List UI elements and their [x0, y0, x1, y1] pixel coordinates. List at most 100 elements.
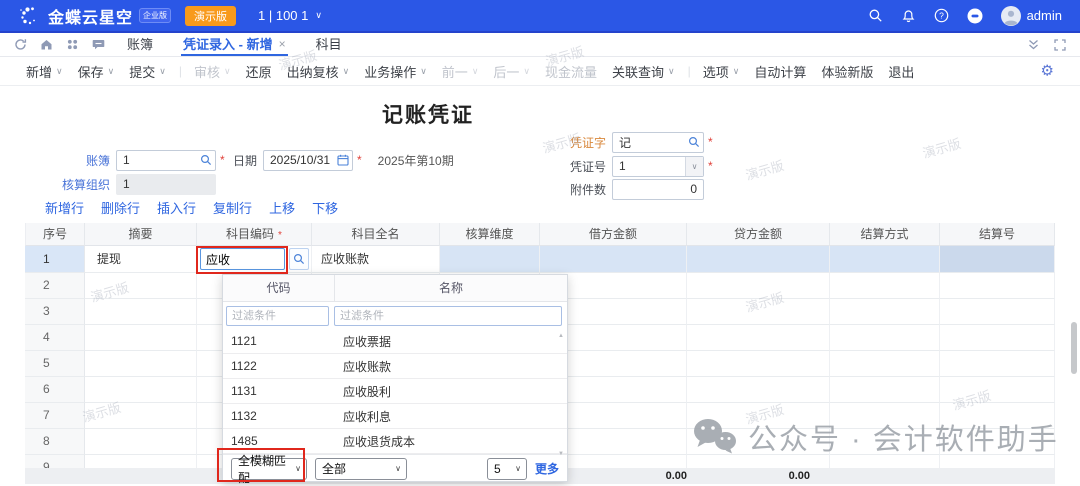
minus-circle-icon[interactable] [967, 8, 983, 24]
summary-cell[interactable]: 提现 [85, 246, 197, 273]
account-code-input[interactable] [200, 248, 285, 270]
username: admin [1027, 8, 1062, 23]
add-row-link[interactable]: 新增行 [45, 198, 84, 217]
popup-item-1132[interactable]: 1132 应收利息 [223, 404, 567, 429]
code-filter-input[interactable] [226, 306, 329, 326]
settle-method-cell[interactable] [830, 246, 940, 273]
chevron-down-icon[interactable]: ∨ [685, 157, 703, 176]
account-lookup-icon[interactable] [289, 248, 309, 270]
message-icon[interactable] [92, 38, 105, 51]
seq-cell: 8 [25, 429, 85, 455]
move-down-link[interactable]: 下移 [312, 198, 338, 217]
scroll-down-icon[interactable]: ▼ [558, 451, 564, 457]
item-code: 1122 [223, 359, 335, 373]
toolbar-options-button[interactable]: 选项∨ [703, 62, 740, 81]
item-code: 1132 [223, 409, 335, 423]
insert-row-link[interactable]: 插入行 [157, 198, 196, 217]
gear-icon[interactable]: ⚙ [1041, 64, 1054, 79]
seq-cell: 6 [25, 377, 85, 403]
col-header-credit: 贷方金额 [687, 223, 830, 246]
tab-label: 科目 [316, 34, 342, 53]
toolbar-previous-button[interactable]: 前一∨ [442, 62, 479, 81]
move-up-link[interactable]: 上移 [269, 198, 295, 217]
popup-header-row: 代码 名称 [223, 275, 567, 302]
toolbar-cashier-review-button[interactable]: 出纳复核∨ [287, 62, 350, 81]
fullscreen-icon[interactable] [1054, 39, 1066, 51]
toolbar-audit-button[interactable]: 审核∨ [194, 62, 231, 81]
popup-item-1121[interactable]: 1121 应收票据 [223, 329, 567, 354]
grid-row-1[interactable]: 1 提现 应收账款 [25, 246, 1055, 273]
debit-total: 0.00 [547, 468, 687, 484]
toolbar-save-button[interactable]: 保存∨ [78, 62, 115, 81]
chevron-down-icon: ∨ [295, 465, 301, 473]
apps-grid-icon[interactable] [66, 38, 79, 51]
tab-label: 账簿 [127, 34, 153, 53]
tab-voucher-entry-new[interactable]: 凭证录入 - 新增 × [181, 33, 288, 56]
search-icon[interactable] [200, 154, 212, 166]
popup-item-1122[interactable]: 1122 应收账款 [223, 354, 567, 379]
account-code-cell[interactable] [197, 246, 312, 273]
refresh-icon[interactable] [14, 38, 27, 51]
toolbar-new-button[interactable]: 新增∨ [26, 62, 63, 81]
date-label: 日期 [225, 152, 257, 169]
col-header-settle-method: 结算方式 [830, 223, 940, 246]
search-icon[interactable] [688, 136, 700, 148]
toolbar-auto-calc-button[interactable]: 自动计算 [754, 62, 806, 81]
required-asterisk: * [220, 153, 225, 167]
tabbar: 账簿 凭证录入 - 新增 × 科目 [0, 33, 1080, 57]
toolbar-business-ops-button[interactable]: 业务操作∨ [364, 62, 427, 81]
calendar-icon[interactable] [337, 154, 349, 166]
brand-title: 金蝶云星空 [48, 4, 133, 28]
name-filter-input[interactable] [334, 306, 562, 326]
scope-value: 全部 [322, 460, 346, 477]
chevron-down-icon: ∨ [515, 465, 521, 473]
popup-item-1131[interactable]: 1131 应收股利 [223, 379, 567, 404]
org-label: 核算组织 [40, 176, 110, 193]
toolbar: 新增∨ 保存∨ 提交∨ | 审核∨ 还原 出纳复核∨ 业务操作∨ 前一∨ 后一∨… [0, 57, 1080, 86]
toolbar-divider: | [688, 64, 691, 78]
chevron-down-icon: ∨ [395, 465, 401, 473]
voucher-page: 记账凭证 账簿 * 核算组织 1 日期 * 2025年第10期 凭证字 [0, 86, 1080, 484]
seq-cell: 4 [25, 325, 85, 351]
match-mode-value: 全模糊匹配 [238, 452, 295, 486]
close-tab-icon[interactable]: × [279, 37, 286, 51]
home-icon[interactable] [40, 38, 53, 51]
user-menu[interactable]: admin [1001, 6, 1062, 26]
help-icon[interactable]: ? [934, 8, 949, 23]
scope-select[interactable]: 全部 ∨ [315, 458, 407, 480]
debit-cell[interactable] [540, 246, 687, 273]
seq-cell: 1 [25, 246, 85, 273]
seq-cell: 3 [25, 299, 85, 325]
search-icon[interactable] [868, 8, 883, 23]
toolbar-exit-button[interactable]: 退出 [888, 62, 914, 81]
scroll-up-icon[interactable]: ▲ [558, 333, 564, 339]
copy-row-link[interactable]: 复制行 [213, 198, 252, 217]
more-link[interactable]: 更多 [535, 460, 559, 477]
attachments-input[interactable] [612, 179, 704, 200]
popup-item-1485[interactable]: 1485 应收退货成本 [223, 429, 567, 454]
tab-ledger[interactable]: 账簿 [125, 33, 155, 56]
vertical-scrollbar[interactable] [1071, 322, 1077, 374]
delete-row-link[interactable]: 删除行 [101, 198, 140, 217]
settle-no-cell[interactable] [940, 246, 1055, 273]
dimension-cell[interactable] [440, 246, 540, 273]
page-size-select[interactable]: 5 ∨ [487, 458, 527, 480]
tab-accounts[interactable]: 科目 [314, 33, 344, 56]
match-mode-select[interactable]: 全模糊匹配 ∨ [231, 458, 307, 480]
toolbar-submit-button[interactable]: 提交∨ [129, 62, 166, 81]
toolbar-restore-button[interactable]: 还原 [246, 62, 272, 81]
toolbar-related-query-button[interactable]: 关联查询∨ [612, 62, 675, 81]
toolbar-next-button[interactable]: 后一∨ [493, 62, 530, 81]
topbar: 金蝶云星空 企业版 演示版 1 | 100 1 ∨ ? admin [0, 0, 1080, 33]
item-code: 1485 [223, 434, 335, 448]
popup-col-code: 代码 [223, 275, 335, 301]
toolbar-cashflow-button[interactable]: 现金流量 [545, 62, 597, 81]
org-selector[interactable]: 1 | 100 1 ∨ [258, 8, 322, 23]
page-size-value: 5 [494, 462, 501, 476]
kingdee-logo-icon [18, 5, 40, 27]
bell-icon[interactable] [901, 8, 916, 23]
credit-cell[interactable] [687, 246, 830, 273]
toolbar-new-ui-button[interactable]: 体验新版 [821, 62, 873, 81]
edition-badge: 企业版 [139, 8, 171, 23]
collapse-double-chevron-icon[interactable] [1027, 39, 1040, 51]
